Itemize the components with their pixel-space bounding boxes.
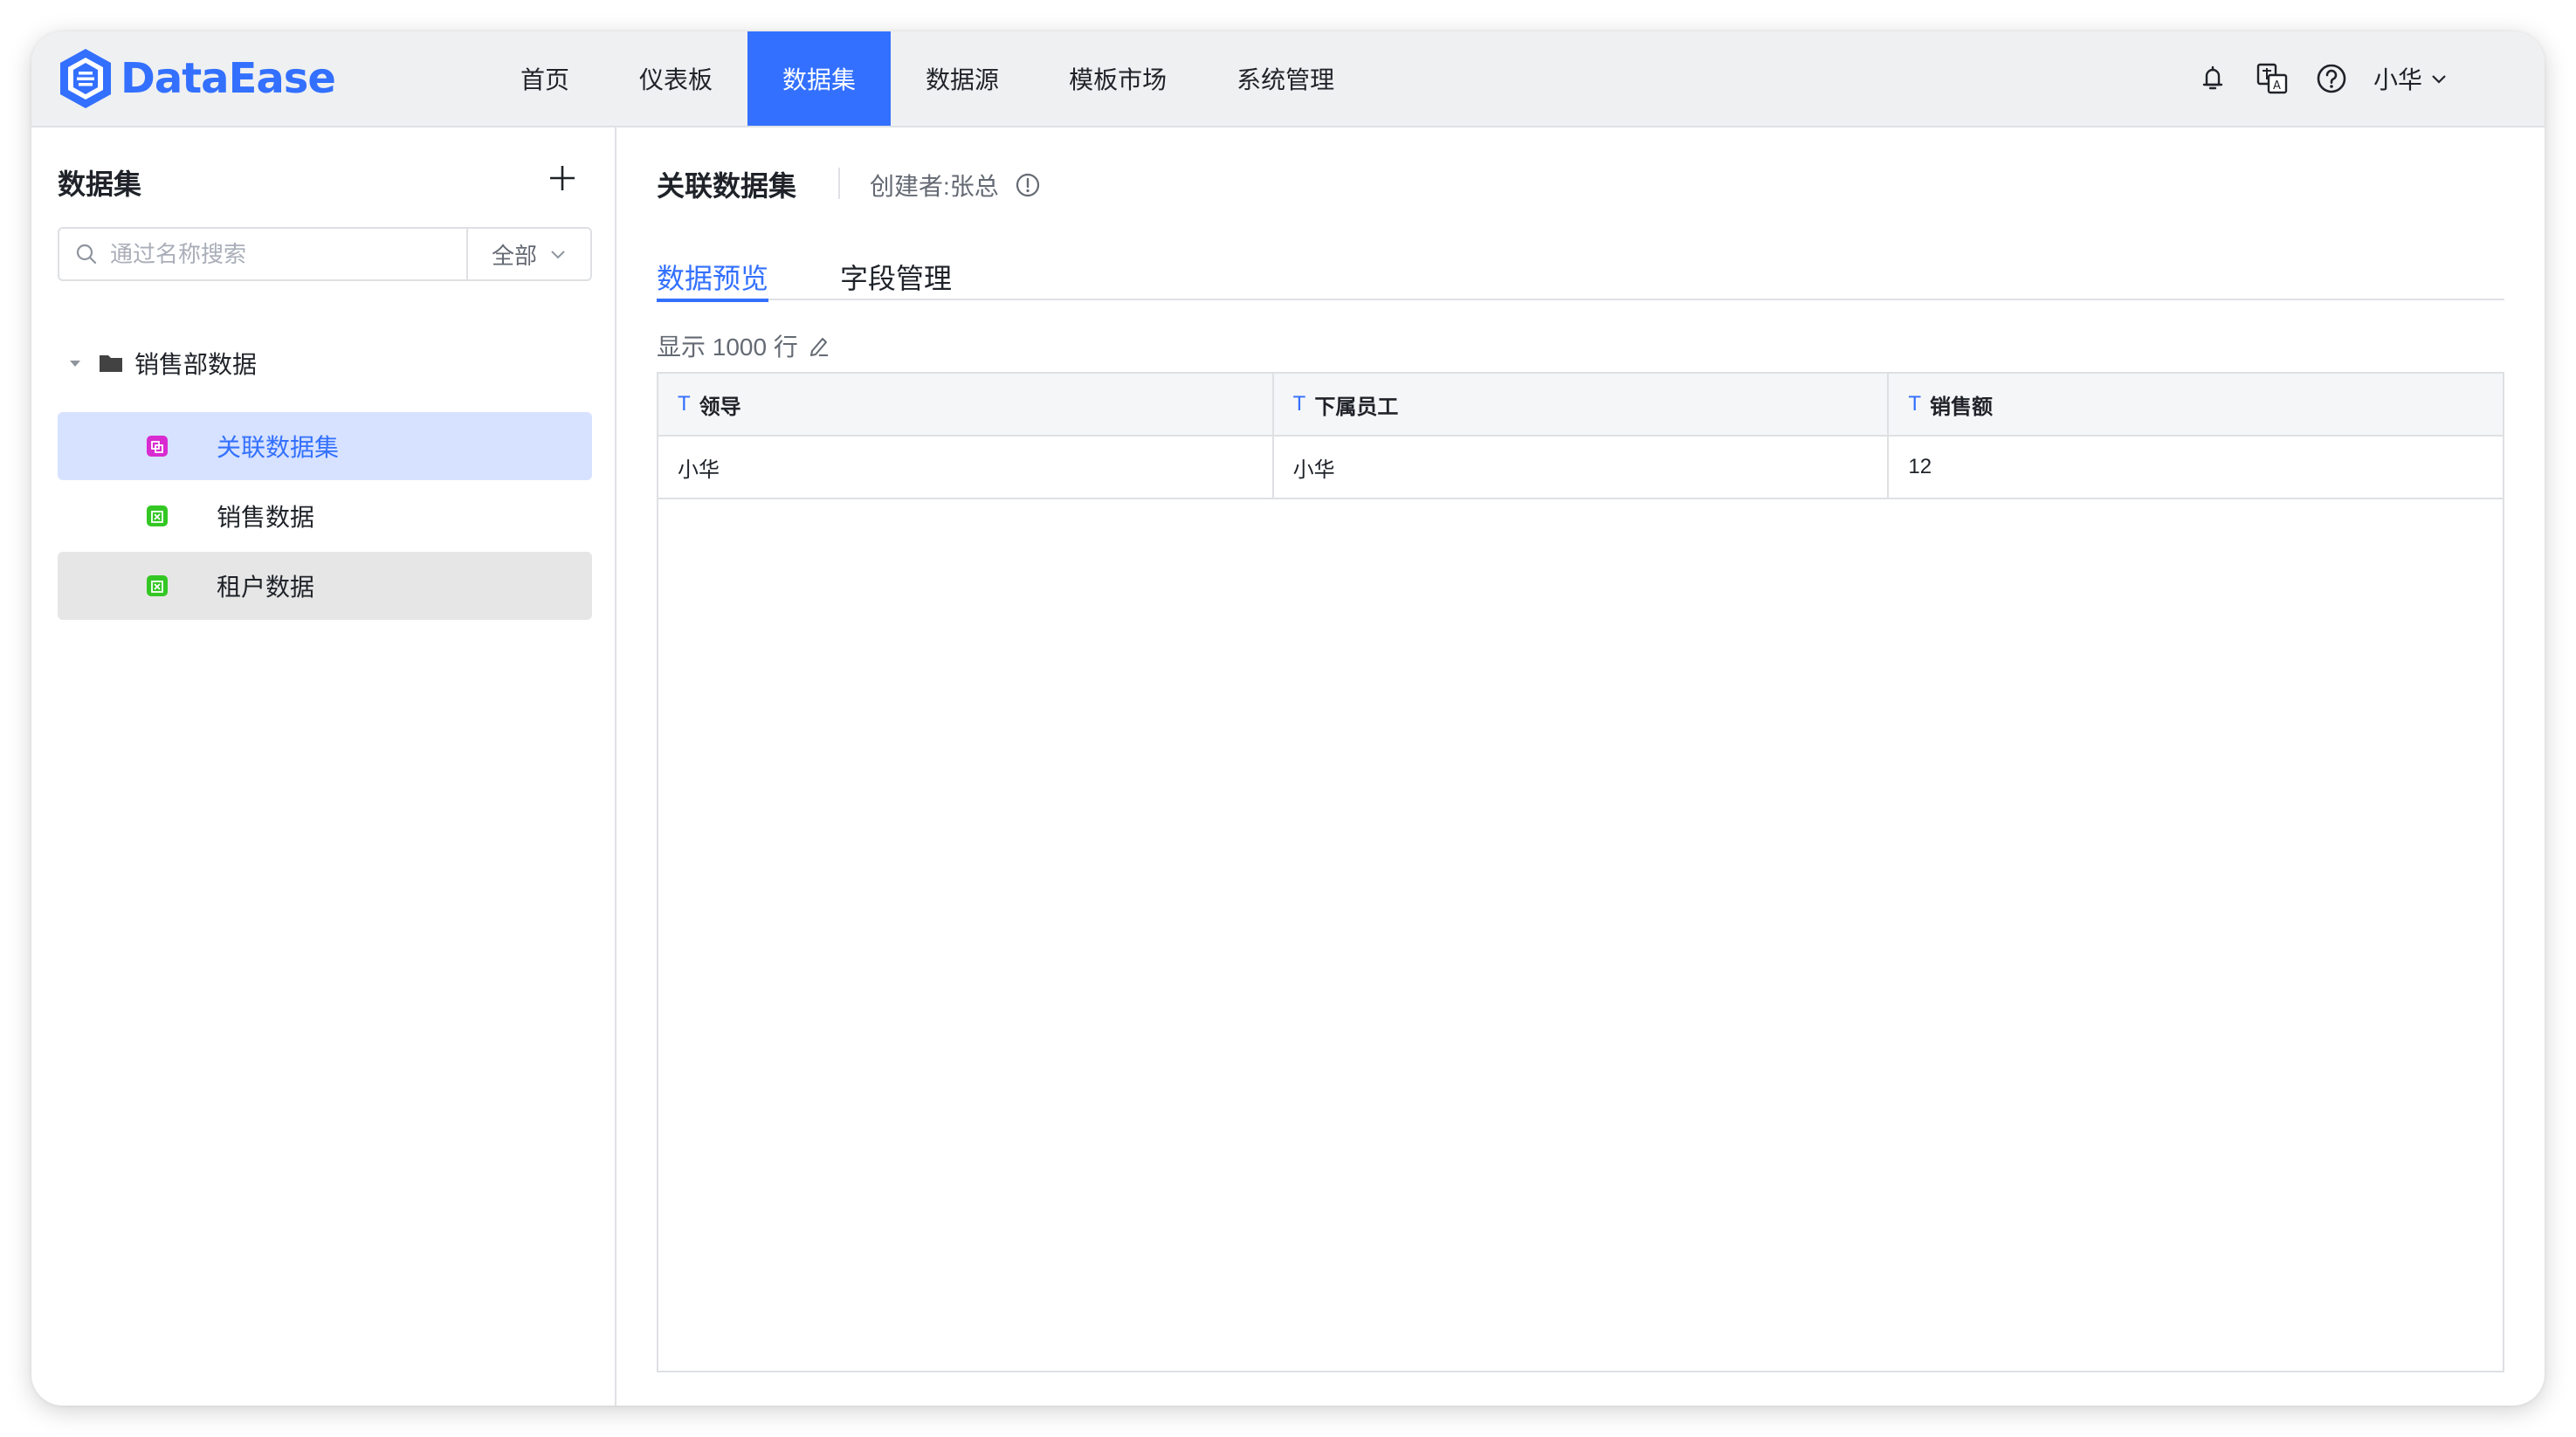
dataset-title: 关联数据集 [657,170,797,202]
top-navbar: DataEase 首页 仪表板 数据集 数据源 模板市场 系统管理 A 小华 [31,31,2545,127]
column-header-leader[interactable]: T 领导 [658,374,1274,435]
nav-dashboard[interactable]: 仪表板 [604,31,747,126]
table-cell: 小华 [658,437,1274,498]
column-header-label: 下属员工 [1314,395,1399,419]
column-header-sales[interactable]: T 销售额 [1889,374,2503,435]
search-filter-value: 全部 [491,242,537,269]
column-header-label: 销售额 [1930,395,1994,419]
search-input-wrap [59,229,466,279]
nav-system-management[interactable]: 系统管理 [1202,31,1369,126]
folder-label: 销售部数据 [134,351,258,378]
top-right-actions: A 小华 [2195,31,2449,126]
search-filter-select[interactable]: 全部 [466,229,590,279]
search-input[interactable] [108,239,444,269]
main-nav: 首页 仪表板 数据集 数据源 模板市场 系统管理 [486,31,1369,126]
folder-icon [100,355,122,372]
column-header-label: 领导 [699,395,741,419]
table-row: 小华 小华 12 [658,437,2503,499]
sidebar-title: 数据集 [58,168,142,200]
detail-tabs: 数据预览 字段管理 [657,257,2504,302]
svg-text:A: A [2273,79,2281,93]
user-menu[interactable]: 小华 [2373,61,2449,96]
column-header-subordinate[interactable]: T 下属员工 [1274,374,1890,435]
folder-sales-department[interactable]: 销售部数据 [66,346,257,381]
chevron-down-icon [2432,75,2446,84]
creator-label: 创建者:张总 [870,173,999,200]
notification-icon[interactable] [2195,61,2230,96]
dataset-creator: 创建者:张总 [870,168,1041,203]
dataset-sidebar: 数据集 全部 [31,127,616,1406]
logo[interactable]: DataEase [58,44,336,113]
caret-down-icon [70,361,80,367]
add-dataset-button[interactable] [545,161,580,196]
dataset-detail: 关联数据集 创建者:张总 数据预览 字段管理 显示 1000 行 T 领导 T … [616,127,2545,1406]
table-header: T 领导 T 下属员工 T 销售额 [658,374,2503,437]
text-type-icon: T [1908,392,1922,416]
tree-item-tenant-data[interactable]: 租户数据 [58,552,592,620]
excel-dataset-icon [147,575,168,596]
table-cell: 12 [1908,455,1932,478]
nav-template-market[interactable]: 模板市场 [1034,31,1202,126]
nav-home[interactable]: 首页 [486,31,604,126]
tree-item-sales-data[interactable]: 销售数据 [58,482,592,550]
nav-dataset[interactable]: 数据集 [747,31,892,126]
plus-icon [550,166,575,190]
union-dataset-icon [147,436,168,457]
help-icon[interactable] [2314,61,2349,96]
search-icon [76,244,97,265]
excel-dataset-icon [147,505,168,526]
rows-display-info: 显示 1000 行 [657,328,831,363]
translate-icon[interactable]: A [2255,61,2290,96]
nav-datasource[interactable]: 数据源 [891,31,1034,126]
text-type-icon: T [1292,392,1306,416]
tree-item-union-dataset[interactable]: 关联数据集 [58,412,592,480]
user-name: 小华 [2373,66,2422,93]
data-preview-table: T 领导 T 下属员工 T 销售额 小华 小华 12 [657,372,2504,1372]
info-icon[interactable] [1015,172,1041,198]
logo-text: DataEase [121,54,336,103]
title-divider [838,168,840,199]
dataease-logo-icon [60,49,111,108]
tree-item-label: 关联数据集 [217,434,340,461]
rows-display-label: 显示 1000 行 [657,333,798,361]
app-window: DataEase 首页 仪表板 数据集 数据源 模板市场 系统管理 A 小华 数… [31,31,2545,1406]
edit-icon[interactable] [807,333,831,358]
tab-field-management[interactable]: 字段管理 [840,257,952,299]
tree-item-label: 租户数据 [217,574,315,601]
text-type-icon: T [678,392,691,416]
chevron-down-icon [551,251,565,259]
dataset-search: 全部 [58,227,592,281]
table-cell: 小华 [1274,437,1890,498]
tree-item-label: 销售数据 [217,504,315,531]
tab-data-preview[interactable]: 数据预览 [657,257,769,302]
